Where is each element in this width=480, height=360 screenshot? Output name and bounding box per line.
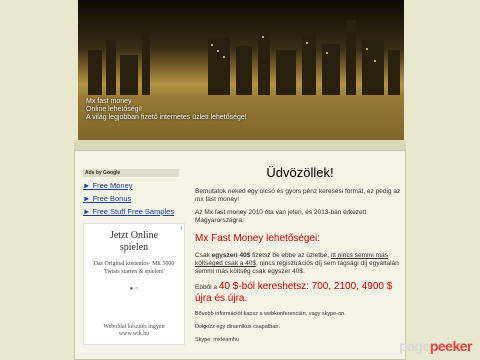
info-line: Bővebb információt kapsz a webkonferenci…	[195, 311, 346, 317]
ad-footer-line: Weboldal készítés ingyen	[103, 324, 165, 330]
sidebar-link-free-bonus[interactable]: ► Free Bonus	[83, 194, 193, 203]
ads-by-google-label: Ads by Google	[83, 169, 179, 177]
team-line: Dolgozz egy dinamikus csapatban.	[195, 324, 280, 330]
earnings-highlight: 40 $-ból kereshetsz: 700, 2100, 4900 $ ú…	[195, 281, 393, 304]
content-area: Ads by Google ► Free Money ► Free Bonus …	[74, 150, 406, 360]
header-banner: Mx fast money Online lehetőségi! A világ…	[78, 0, 404, 140]
ad-pager-dots[interactable]: ● ○	[84, 286, 184, 292]
sidebar: Ads by Google ► Free Money ► Free Bonus …	[83, 169, 193, 216]
text-span: fizetsz be ebbe az üzletbe,	[250, 252, 331, 259]
pagepeeker-watermark: pagepeeker	[399, 338, 472, 354]
ad-title-line: spielen	[119, 242, 149, 253]
watermark-part: page	[399, 338, 430, 354]
text-span: Csak	[195, 252, 212, 259]
ad-footer-url[interactable]: www.wik.hu	[84, 331, 184, 338]
main-content: Üdvözöllek! Bemutatok neked egy olcsó és…	[195, 159, 405, 349]
ad-title[interactable]: Jetzt Online spielen	[84, 230, 184, 254]
cost-paragraph: Csak egyszeri 40$ fizetsz be ebbe az üzl…	[195, 252, 405, 276]
ad-description: Das Original kostenlos- Mit 5000 Twists …	[93, 261, 175, 275]
text-span: Ebből a	[195, 284, 219, 291]
sidebar-link-free-money[interactable]: ► Free Money	[83, 181, 193, 190]
header-divider	[74, 140, 406, 150]
page-title: Üdvözöllek!	[266, 165, 334, 180]
skype-line: Skype: mxteamhu	[195, 337, 240, 343]
intro-paragraph: Bemutatok neked egy olcsó és gyors pénz …	[195, 188, 401, 203]
section-heading: Mx Fast Money lehetőségei:	[195, 233, 321, 244]
history-paragraph: Az Mx fast money 2010 óta van jelen, és …	[195, 209, 367, 224]
one-time-fee-text: egyszeri 40$	[211, 252, 251, 259]
header-text: Mx fast money Online lehetőségi! A világ…	[86, 98, 247, 122]
header-line: A világ legjobban fizető internetes üzle…	[86, 114, 247, 121]
ad-footer: Weboldal készítés ingyen www.wik.hu	[84, 324, 184, 338]
header-line: Online lehetőségi!	[86, 106, 143, 113]
ad-title-line: Jetzt Online	[109, 230, 159, 241]
watermark-part: peeker	[429, 338, 473, 354]
sidebar-link-free-stuff[interactable]: ► Free Stuff Free Samples	[83, 207, 193, 216]
earnings-paragraph: Ebből a 40 $-ból kereshetsz: 700, 2100, …	[195, 281, 405, 305]
header-line: Mx fast money	[86, 98, 132, 105]
ad-info-icon[interactable]: i	[180, 226, 182, 232]
ad-banner[interactable]: i Jetzt Online spielen Das Original kost…	[83, 223, 185, 345]
